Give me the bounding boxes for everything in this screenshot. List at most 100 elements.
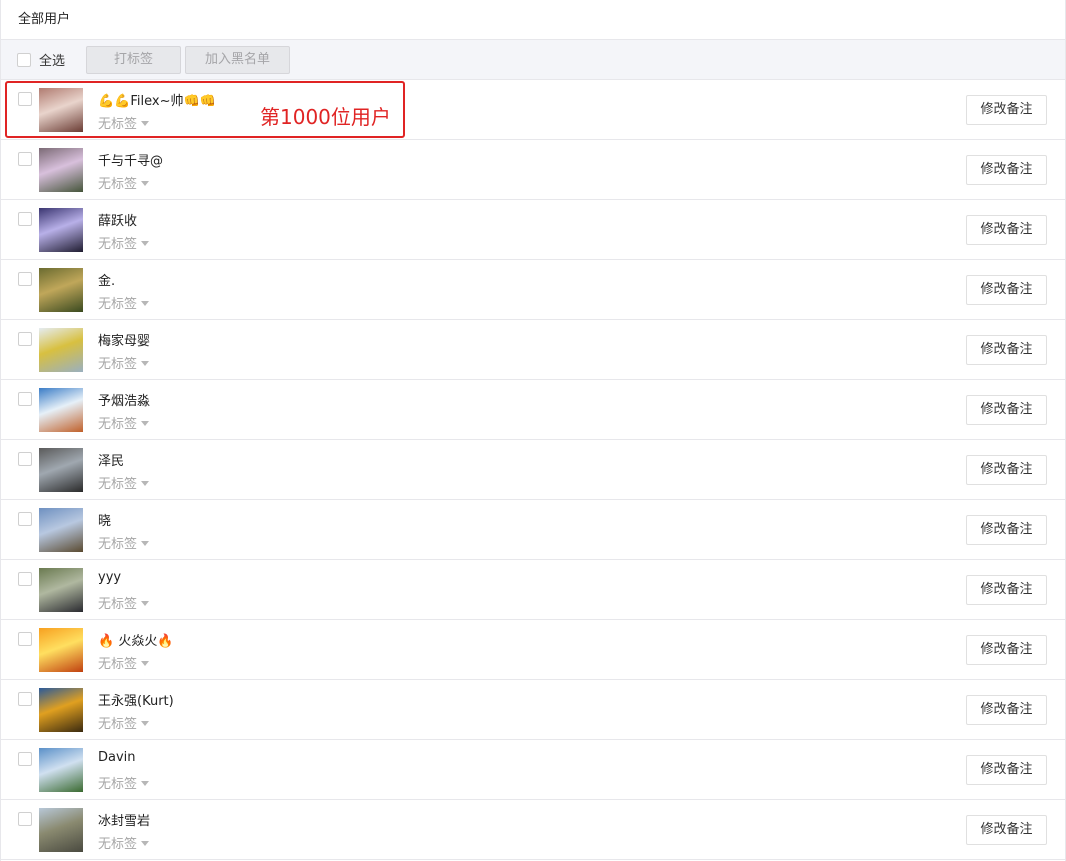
- user-avatar: [39, 268, 83, 312]
- chevron-down-icon: [141, 121, 150, 126]
- chevron-down-icon: [141, 421, 150, 426]
- tag-dropdown[interactable]: 无标签: [98, 113, 150, 132]
- user-name: yyy: [98, 570, 122, 585]
- add-to-blacklist-button[interactable]: 加入黑名单: [185, 45, 291, 74]
- user-row-checkbox[interactable]: [18, 692, 32, 706]
- chevron-down-icon: [141, 181, 150, 186]
- user-row-checkbox[interactable]: [18, 332, 32, 346]
- user-avatar: [39, 208, 83, 252]
- chevron-down-icon: [141, 841, 150, 846]
- tag-dropdown[interactable]: 无标签: [98, 413, 150, 432]
- edit-remark-button[interactable]: 修改备注: [966, 455, 1047, 485]
- user-avatar: [39, 808, 83, 852]
- edit-remark-button[interactable]: 修改备注: [966, 815, 1047, 845]
- user-row: 薛跃收无标签 修改备注: [1, 200, 1065, 260]
- tag-button[interactable]: 打标签: [86, 45, 182, 74]
- user-name: 薛跃收: [98, 214, 138, 229]
- tag-dropdown-label: 无标签: [98, 417, 138, 432]
- tag-dropdown-label: 无标签: [98, 657, 138, 672]
- edit-remark-button[interactable]: 修改备注: [966, 575, 1047, 605]
- select-all-control[interactable]: 全选: [17, 50, 65, 69]
- user-avatar: [39, 328, 83, 372]
- user-row: 金. 无标签 修改备注: [1, 260, 1065, 320]
- tag-dropdown-label: 无标签: [98, 777, 138, 792]
- tag-dropdown[interactable]: 无标签: [98, 833, 150, 852]
- chevron-down-icon: [141, 721, 150, 726]
- user-row: 千与千寻@ 无标签 修改备注: [1, 140, 1065, 200]
- user-name: 王永强(Kurt): [98, 694, 174, 709]
- tag-dropdown-label: 无标签: [98, 117, 138, 132]
- edit-remark-button[interactable]: 修改备注: [966, 335, 1047, 365]
- user-name: 💪💪Filex~帅👊👊: [98, 94, 216, 109]
- user-avatar: [39, 508, 83, 552]
- user-management-page: 全部用户 全选 打标签 加入黑名单 💪💪Filex~帅👊👊 无标签 修改备注 千与千寻…: [0, 0, 1066, 861]
- user-row-checkbox[interactable]: [18, 812, 32, 826]
- tag-dropdown[interactable]: 无标签: [98, 293, 150, 312]
- tag-dropdown-label: 无标签: [98, 177, 138, 192]
- chevron-down-icon: [141, 301, 150, 306]
- user-row: Davin 无标签 修改备注: [1, 740, 1065, 800]
- toolbar: 全选 打标签 加入黑名单: [1, 40, 1065, 80]
- user-row-checkbox[interactable]: [18, 512, 32, 526]
- user-name: 晓: [98, 514, 112, 529]
- user-row: 晓无标签 修改备注: [1, 500, 1065, 560]
- user-name: 千与千寻@: [98, 154, 164, 169]
- chevron-down-icon: [141, 781, 150, 786]
- tag-dropdown[interactable]: 无标签: [98, 173, 150, 192]
- user-row-checkbox[interactable]: [18, 92, 32, 106]
- tag-dropdown[interactable]: 无标签: [98, 233, 150, 252]
- user-avatar: [39, 628, 83, 672]
- tag-dropdown[interactable]: 无标签: [98, 713, 150, 732]
- user-row: 🔥 火焱火🔥 无标签 修改备注: [1, 620, 1065, 680]
- user-row-checkbox[interactable]: [18, 572, 32, 586]
- user-row-checkbox[interactable]: [18, 392, 32, 406]
- user-row: 💪💪Filex~帅👊👊 无标签 修改备注: [1, 80, 1065, 140]
- user-name: 梅家母婴: [98, 334, 151, 349]
- tag-dropdown[interactable]: 无标签: [98, 773, 150, 792]
- edit-remark-button[interactable]: 修改备注: [966, 95, 1047, 125]
- user-name: 🔥 火焱火🔥: [98, 634, 174, 649]
- edit-remark-button[interactable]: 修改备注: [966, 515, 1047, 545]
- user-name: 金.: [98, 274, 116, 289]
- user-name: 予烟浩淼: [98, 394, 151, 409]
- tag-dropdown-label: 无标签: [98, 837, 138, 852]
- edit-remark-button[interactable]: 修改备注: [966, 755, 1047, 785]
- user-row-checkbox[interactable]: [18, 212, 32, 226]
- user-row: 冰封雪岩无标签 修改备注: [1, 800, 1065, 860]
- user-row: yyy 无标签 修改备注: [1, 560, 1065, 620]
- user-row-checkbox[interactable]: [18, 272, 32, 286]
- user-avatar: [39, 388, 83, 432]
- chevron-down-icon: [141, 361, 150, 366]
- tag-dropdown-label: 无标签: [98, 237, 138, 252]
- user-avatar: [39, 448, 83, 492]
- user-row: 梅家母婴无标签 修改备注: [1, 320, 1065, 380]
- user-row-checkbox[interactable]: [18, 452, 32, 466]
- tag-dropdown-label: 无标签: [98, 477, 138, 492]
- tag-dropdown-label: 无标签: [98, 717, 138, 732]
- edit-remark-button[interactable]: 修改备注: [966, 275, 1047, 305]
- user-avatar: [39, 148, 83, 192]
- tag-dropdown[interactable]: 无标签: [98, 533, 150, 552]
- page-title: 全部用户: [1, 0, 1065, 40]
- user-row-checkbox[interactable]: [18, 152, 32, 166]
- tag-dropdown[interactable]: 无标签: [98, 353, 150, 372]
- tag-dropdown-label: 无标签: [98, 297, 138, 312]
- edit-remark-button[interactable]: 修改备注: [966, 155, 1047, 185]
- user-row: 予烟浩淼无标签 修改备注: [1, 380, 1065, 440]
- user-row-checkbox[interactable]: [18, 752, 32, 766]
- edit-remark-button[interactable]: 修改备注: [966, 215, 1047, 245]
- user-avatar: [39, 688, 83, 732]
- tag-dropdown[interactable]: 无标签: [98, 653, 150, 672]
- chevron-down-icon: [141, 661, 150, 666]
- user-row: 王永强(Kurt) 无标签 修改备注: [1, 680, 1065, 740]
- chevron-down-icon: [141, 601, 150, 606]
- annotation-note: 第1000位用户: [260, 105, 391, 129]
- edit-remark-button[interactable]: 修改备注: [966, 635, 1047, 665]
- user-row-checkbox[interactable]: [18, 632, 32, 646]
- tag-dropdown[interactable]: 无标签: [98, 593, 150, 612]
- edit-remark-button[interactable]: 修改备注: [966, 395, 1047, 425]
- tag-dropdown[interactable]: 无标签: [98, 473, 150, 492]
- user-name: 冰封雪岩: [98, 814, 151, 829]
- select-all-checkbox[interactable]: [17, 52, 31, 67]
- edit-remark-button[interactable]: 修改备注: [966, 695, 1047, 725]
